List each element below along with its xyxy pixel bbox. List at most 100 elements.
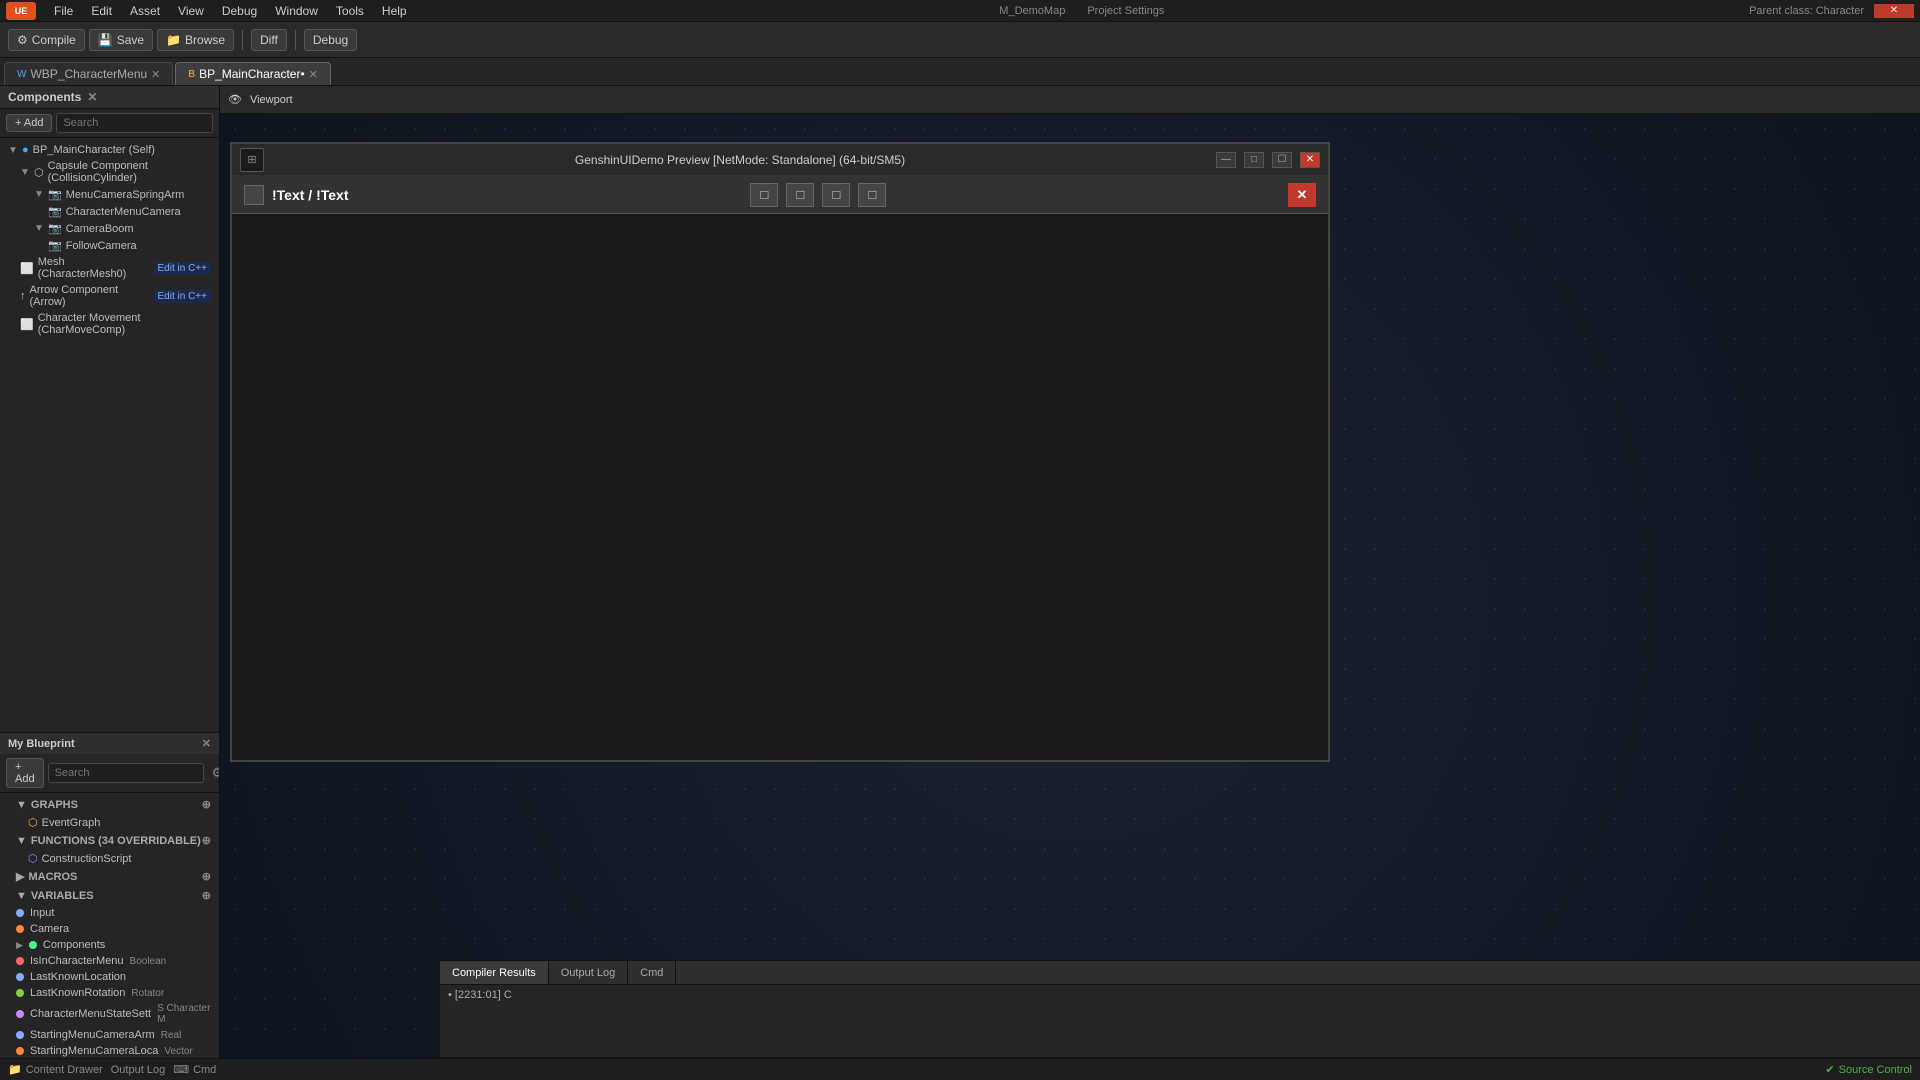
cmd-status-icon: ⌨: [173, 1063, 189, 1076]
debug-button[interactable]: Debug: [304, 29, 357, 51]
preview-window[interactable]: ⊞ GenshinUIDemo Preview [NetMode: Standa…: [230, 142, 1330, 762]
menu-tools[interactable]: Tools: [328, 2, 372, 20]
menu-file[interactable]: File: [46, 2, 81, 20]
graphs-arrow: ▼: [16, 799, 27, 811]
tree-label-capsule: Capsule Component (CollisionCylinder): [48, 160, 211, 184]
tree-icon-arrow-comp: ↑: [20, 290, 26, 302]
var-item-6[interactable]: CharacterMenuStateSettS Character M: [0, 1001, 219, 1027]
menu-help[interactable]: Help: [374, 2, 415, 20]
ui-btn-1[interactable]: □: [750, 183, 778, 207]
tree-arrow-capsule: ▼: [20, 167, 30, 178]
var-dot-6: [16, 1010, 24, 1018]
variables-add[interactable]: ⊕: [202, 889, 211, 902]
ui-btn-2[interactable]: □: [786, 183, 814, 207]
tab-compiler-results[interactable]: Compiler Results: [440, 961, 549, 984]
tree-badge-mesh: Edit in C++: [154, 262, 211, 275]
tab-wbp-label: WBP_CharacterMenu: [30, 67, 147, 81]
var-label-3: IsInCharacterMenu: [30, 955, 124, 967]
viewport-area: ⊞ GenshinUIDemo Preview [NetMode: Standa…: [220, 114, 1920, 1080]
functions-add[interactable]: ⊕: [202, 834, 211, 847]
preview-minimize-btn[interactable]: —: [1216, 152, 1236, 168]
preview-close-btn[interactable]: ✕: [1300, 152, 1320, 168]
menu-asset[interactable]: Asset: [122, 2, 168, 20]
menu-view[interactable]: View: [170, 2, 212, 20]
graphs-add[interactable]: ⊕: [202, 798, 211, 811]
project-settings-link[interactable]: Project Settings: [1087, 5, 1164, 17]
tab-wbp-charactermenu[interactable]: W WBP_CharacterMenu ✕: [4, 62, 173, 85]
variables-section-header[interactable]: ▼ VARIABLES ⊕: [0, 886, 219, 905]
tree-mesh[interactable]: ⬜ Mesh (CharacterMesh0) Edit in C++: [0, 254, 219, 282]
var-item-2[interactable]: ▶Components: [0, 937, 219, 953]
tab-bp-close[interactable]: ✕: [309, 68, 318, 81]
bp-settings-icon[interactable]: ⚙: [212, 765, 220, 781]
tab-bp-maincharacter[interactable]: B BP_MainCharacter• ✕: [175, 62, 330, 85]
menu-window[interactable]: Window: [267, 2, 326, 20]
tab-output-log[interactable]: Output Log: [549, 961, 628, 984]
components-add-button[interactable]: + Add: [6, 114, 52, 132]
component-tree: ▼ ● BP_MainCharacter (Self) ▼ ⬡ Capsule …: [0, 138, 219, 732]
var-item-8[interactable]: StartingMenuCameraLocaVector: [0, 1043, 219, 1059]
tree-icon-bp: ●: [22, 144, 29, 156]
construction-script-item[interactable]: ⬡ ConstructionScript: [0, 850, 219, 867]
ui-close-btn[interactable]: ✕: [1288, 183, 1316, 207]
menu-debug[interactable]: Debug: [214, 2, 265, 20]
var-item-1[interactable]: Camera: [0, 921, 219, 937]
tree-camera-boom[interactable]: ▼ 📷 CameraBoom: [0, 220, 219, 237]
event-graph-item[interactable]: ⬡ EventGraph: [0, 814, 219, 831]
preview-maximize-btn[interactable]: □: [1244, 152, 1264, 168]
tab-wbp-close[interactable]: ✕: [151, 68, 160, 81]
var-type-5: Rotator: [131, 988, 164, 999]
components-toolbar: + Add: [0, 109, 219, 138]
my-blueprint-header[interactable]: My Blueprint ✕: [0, 733, 219, 754]
var-item-7[interactable]: StartingMenuCameraArmReal: [0, 1027, 219, 1043]
ui-btn-4[interactable]: □: [858, 183, 886, 207]
tree-menu-camera-spring[interactable]: ▼ 📷 MenuCameraSpringArm: [0, 186, 219, 203]
tree-bp-maincharacter[interactable]: ▼ ● BP_MainCharacter (Self): [0, 142, 219, 158]
preview-restore-btn[interactable]: ☐: [1272, 152, 1292, 168]
toolbar-separator: [242, 30, 243, 50]
components-search[interactable]: [56, 113, 213, 133]
graphs-section-header[interactable]: ▼ GRAPHS ⊕: [0, 795, 219, 814]
tree-arrow-boom: ▼: [34, 223, 44, 234]
functions-label: ▼ FUNCTIONS (34 OVERRIDABLE): [16, 835, 201, 847]
var-dot-0: [16, 909, 24, 917]
log-entry: • [2231:01] C: [448, 989, 512, 1001]
components-close[interactable]: ✕: [87, 90, 97, 104]
tree-arrow-comp[interactable]: ↑ Arrow Component (Arrow) Edit in C++: [0, 282, 219, 310]
macros-add[interactable]: ⊕: [202, 870, 211, 883]
var-dot-7: [16, 1031, 24, 1039]
ui-btn-3[interactable]: □: [822, 183, 850, 207]
tree-capsule[interactable]: ▼ ⬡ Capsule Component (CollisionCylinder…: [0, 158, 219, 186]
close-btn-top[interactable]: ✕: [1874, 4, 1914, 18]
source-control-btn[interactable]: ✔ Source Control: [1825, 1063, 1912, 1076]
tree-icon-char-move: ⬜: [20, 318, 34, 331]
var-item-5[interactable]: LastKnownRotation Rotator: [0, 985, 219, 1001]
cmd-status-btn[interactable]: ⌨ Cmd: [173, 1063, 216, 1076]
bp-add-button[interactable]: + Add: [6, 758, 44, 788]
save-button[interactable]: 💾 Save: [89, 29, 153, 51]
bp-search[interactable]: [48, 763, 204, 783]
compile-button[interactable]: ⚙ Compile: [8, 29, 85, 51]
functions-section-header[interactable]: ▼ FUNCTIONS (34 OVERRIDABLE) ⊕: [0, 831, 219, 850]
tree-char-movement[interactable]: ⬜ Character Movement (CharMoveComp): [0, 310, 219, 338]
bp-toolbar: + Add ⚙: [0, 754, 219, 793]
diff-button[interactable]: Diff: [251, 29, 287, 51]
var-dot-1: [16, 925, 24, 933]
tab-cmd[interactable]: Cmd: [628, 961, 676, 984]
output-log-btn[interactable]: Output Log: [111, 1064, 165, 1076]
var-item-0[interactable]: Input: [0, 905, 219, 921]
macros-section-header[interactable]: ▶ MACROS ⊕: [0, 867, 219, 886]
var-item-3[interactable]: IsInCharacterMenuBoolean: [0, 953, 219, 969]
tree-icon-menu-cam: 📷: [48, 205, 62, 218]
var-item-4[interactable]: LastKnownLocation: [0, 969, 219, 985]
tree-character-menu-camera[interactable]: 📷 CharacterMenuCamera: [0, 203, 219, 220]
tree-follow-camera[interactable]: 📷 FollowCamera: [0, 237, 219, 254]
var-label-5: LastKnownRotation: [30, 987, 125, 999]
my-blueprint-title: My Blueprint: [8, 738, 75, 750]
browse-button[interactable]: 📁 Browse: [157, 29, 234, 51]
variables-list: InputCamera▶ComponentsIsInCharacterMenuB…: [0, 905, 219, 1059]
main-layout: Components ✕ + Add ▼ ● BP_MainCharacter …: [0, 86, 1920, 1080]
menu-edit[interactable]: Edit: [83, 2, 120, 20]
bp-close-btn[interactable]: ✕: [202, 737, 211, 750]
content-drawer-btn[interactable]: 📁 Content Drawer: [8, 1063, 103, 1076]
